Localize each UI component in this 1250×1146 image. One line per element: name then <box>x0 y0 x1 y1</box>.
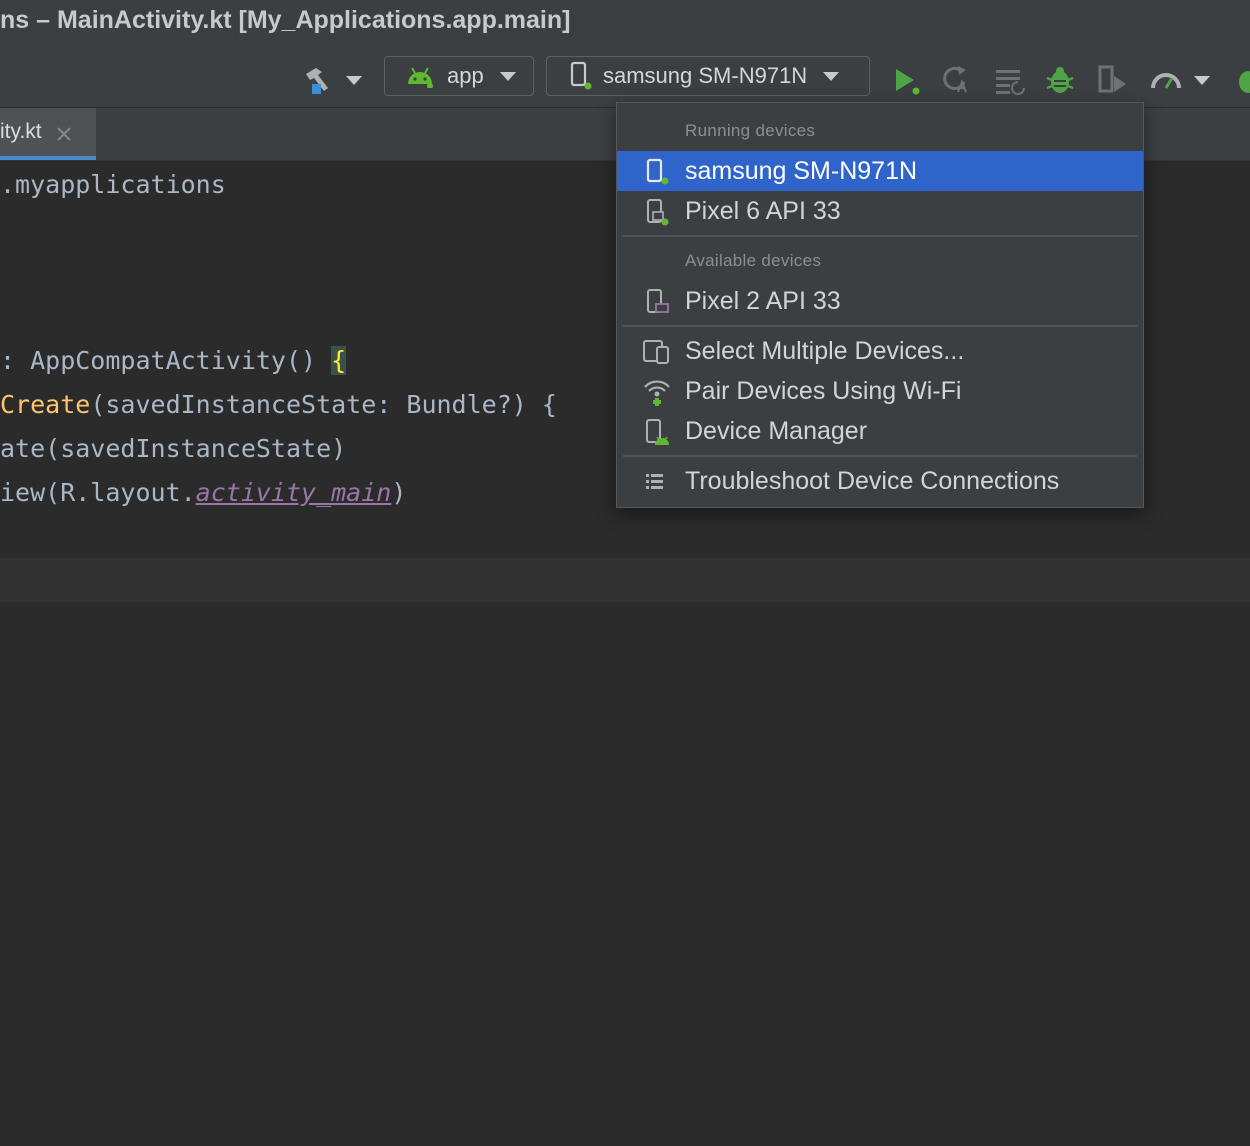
device-dropdown-menu: Running devices samsung SM-N971N Pixel 6… <box>616 102 1144 508</box>
code-line-package: .myapplications <box>0 170 226 199</box>
code-text: ) <box>391 478 407 507</box>
profiler-dropdown-chevron-icon[interactable] <box>1194 76 1210 85</box>
tab-mainactivity[interactable]: ity.kt <box>0 108 96 160</box>
code-line-setcontentview: iew(R.layout.activity_main) <box>0 478 406 507</box>
menu-item-select-multiple[interactable]: Select Multiple Devices... <box>617 331 1143 371</box>
menu-item-troubleshoot[interactable]: Troubleshoot Device Connections <box>617 461 1143 501</box>
menu-separator <box>623 455 1137 457</box>
apply-code-changes-icon[interactable] <box>994 66 1026 101</box>
window-title: ns – MainActivity.kt [My_Applications.ap… <box>0 6 571 34</box>
phone-running-icon <box>643 158 671 186</box>
menu-separator <box>623 325 1137 327</box>
apply-changes-icon[interactable] <box>940 64 972 101</box>
menu-item-label: Select Multiple Devices... <box>685 336 965 365</box>
device-item-label: Pixel 6 API 33 <box>685 196 841 225</box>
menu-item-label: Pair Devices Using Wi-Fi <box>685 376 962 405</box>
layout-reference: activity_main <box>195 478 392 507</box>
menu-item-label: Troubleshoot Device Connections <box>685 466 1060 495</box>
device-item-label: Pixel 2 API 33 <box>685 286 841 315</box>
matched-brace: { <box>331 346 347 375</box>
close-icon[interactable] <box>56 124 72 141</box>
device-item-pixel6[interactable]: Pixel 6 API 33 <box>617 191 1143 231</box>
function-name: Create <box>0 390 91 419</box>
code-line-super: ate(savedInstanceState) <box>0 434 347 463</box>
menu-item-label: Device Manager <box>685 416 868 445</box>
build-dropdown-chevron-icon[interactable] <box>346 76 362 85</box>
code-line-class: : AppCompatActivity() { <box>0 346 347 375</box>
title-bar: ns – MainActivity.kt [My_Applications.ap… <box>0 0 1250 42</box>
attach-debugger-icon[interactable] <box>1096 64 1130 101</box>
emulator-running-icon <box>643 198 671 226</box>
code-line-oncreate: Create(savedInstanceState: Bundle?) { <box>0 390 557 419</box>
current-line-highlight <box>0 558 1250 602</box>
menu-item-device-manager[interactable]: Device Manager <box>617 411 1143 451</box>
emulator-icon <box>643 288 671 316</box>
chevron-down-icon <box>823 71 840 81</box>
device-item-label: samsung SM-N971N <box>685 156 918 185</box>
sync-gradle-icon[interactable] <box>1234 64 1250 101</box>
run-icon[interactable] <box>892 66 922 101</box>
phone-icon <box>569 61 593 91</box>
device-item-samsung[interactable]: samsung SM-N971N <box>617 151 1143 191</box>
running-devices-header: Running devices <box>685 121 816 140</box>
tab-label: ity.kt <box>0 120 42 143</box>
device-selector-label: samsung SM-N971N <box>603 63 808 88</box>
device-manager-icon <box>643 418 671 446</box>
available-devices-header: Available devices <box>685 251 822 270</box>
device-selector-dropdown[interactable]: samsung SM-N971N <box>546 56 870 96</box>
device-item-pixel2[interactable]: Pixel 2 API 33 <box>617 281 1143 321</box>
list-icon <box>643 468 671 496</box>
menu-separator <box>623 235 1137 237</box>
android-icon <box>405 64 435 89</box>
code-text: (savedInstanceState: Bundle?) { <box>90 390 557 419</box>
menu-item-pair-wifi[interactable]: Pair Devices Using Wi-Fi <box>617 371 1143 411</box>
run-configuration-dropdown[interactable]: app <box>384 56 534 96</box>
build-hammer-icon[interactable] <box>302 66 336 101</box>
run-configuration-label: app <box>447 63 484 88</box>
debug-bug-icon[interactable] <box>1044 64 1076 101</box>
multiple-devices-icon <box>643 338 671 366</box>
main-toolbar: app samsung SM-N971N <box>0 42 1250 108</box>
code-text: iew(R.layout. <box>0 478 196 507</box>
profiler-gauge-icon[interactable] <box>1150 66 1182 99</box>
chevron-down-icon <box>499 71 516 81</box>
code-text: : AppCompatActivity() <box>0 346 332 375</box>
wifi-pair-icon <box>643 378 671 406</box>
